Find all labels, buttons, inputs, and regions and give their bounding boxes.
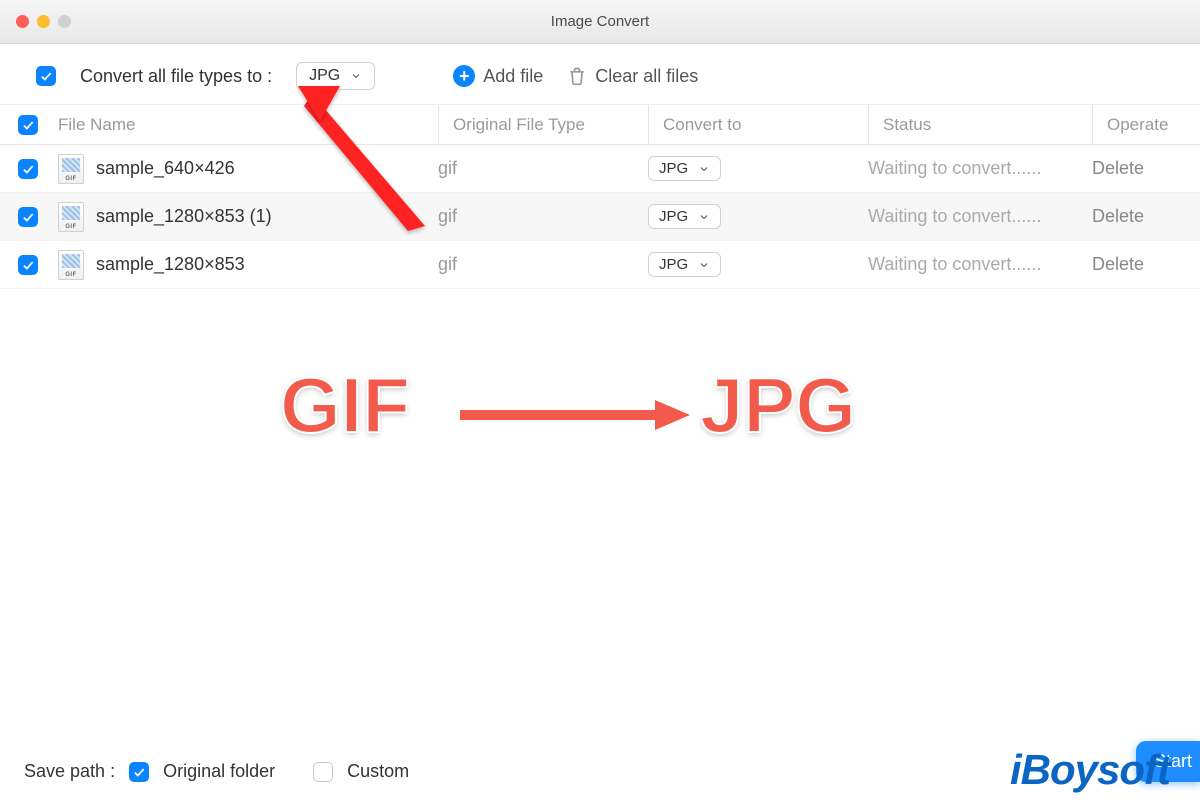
file-table: File Name Original File Type Convert to …: [0, 105, 1200, 289]
table-row: GIF sample_1280×853 gif JPG Waiting to c…: [0, 241, 1200, 289]
titlebar: Image Convert: [0, 0, 1200, 44]
delete-button[interactable]: Delete: [1092, 254, 1182, 275]
app-window: Image Convert Convert all file types to …: [0, 0, 1200, 800]
select-all-checkbox[interactable]: [18, 115, 38, 135]
row-format-value: JPG: [659, 208, 688, 225]
toolbar: Convert all file types to : JPG + Add fi…: [0, 44, 1200, 105]
status-text: Waiting to convert......: [868, 206, 1092, 227]
original-type: gif: [438, 158, 648, 179]
trash-icon: [567, 65, 587, 87]
header-name: File Name: [58, 115, 438, 135]
header-operate: Operate: [1092, 105, 1182, 144]
original-type: gif: [438, 254, 648, 275]
custom-folder-checkbox[interactable]: [313, 762, 333, 782]
row-format-select[interactable]: JPG: [648, 204, 721, 229]
row-format-select[interactable]: JPG: [648, 252, 721, 277]
add-file-label: Add file: [483, 66, 543, 87]
original-folder-checkbox[interactable]: [129, 762, 149, 782]
row-checkbox[interactable]: [18, 207, 38, 227]
header-original: Original File Type: [438, 105, 648, 144]
file-name: sample_640×426: [96, 158, 235, 179]
row-checkbox[interactable]: [18, 255, 38, 275]
annotation-text-left: GIF: [280, 360, 410, 451]
footer: Save path : Original folder Custom Start: [0, 747, 1200, 800]
file-name: sample_1280×853: [96, 254, 245, 275]
plus-icon: +: [453, 65, 475, 87]
row-format-value: JPG: [659, 160, 688, 177]
format-select-value: JPG: [309, 67, 340, 85]
clear-all-button[interactable]: Clear all files: [567, 65, 698, 87]
header-status: Status: [868, 105, 1092, 144]
clear-all-label: Clear all files: [595, 66, 698, 87]
original-folder-label: Original folder: [163, 761, 275, 782]
convert-all-label: Convert all file types to :: [80, 66, 272, 87]
custom-folder-label: Custom: [347, 761, 409, 782]
chevron-down-icon: [698, 163, 710, 175]
table-header: File Name Original File Type Convert to …: [0, 105, 1200, 145]
delete-button[interactable]: Delete: [1092, 158, 1182, 179]
row-checkbox[interactable]: [18, 159, 38, 179]
add-file-button[interactable]: + Add file: [453, 65, 543, 87]
table-row: GIF sample_640×426 gif JPG Waiting to co…: [0, 145, 1200, 193]
table-row: GIF sample_1280×853 (1) gif JPG Waiting …: [0, 193, 1200, 241]
header-convert: Convert to: [648, 105, 868, 144]
delete-button[interactable]: Delete: [1092, 206, 1182, 227]
convert-all-checkbox[interactable]: [36, 66, 56, 86]
chevron-down-icon: [350, 70, 362, 82]
original-type: gif: [438, 206, 648, 227]
start-button[interactable]: Start: [1136, 741, 1200, 782]
file-icon: GIF: [58, 154, 84, 184]
annotation-text-right: JPG: [700, 360, 856, 451]
status-text: Waiting to convert......: [868, 158, 1092, 179]
file-name: sample_1280×853 (1): [96, 206, 272, 227]
file-icon: GIF: [58, 202, 84, 232]
status-text: Waiting to convert......: [868, 254, 1092, 275]
format-select[interactable]: JPG: [296, 62, 375, 90]
save-path-label: Save path :: [24, 761, 115, 782]
window-title: Image Convert: [0, 13, 1200, 30]
file-icon: GIF: [58, 250, 84, 280]
row-format-select[interactable]: JPG: [648, 156, 721, 181]
chevron-down-icon: [698, 259, 710, 271]
chevron-down-icon: [698, 211, 710, 223]
row-format-value: JPG: [659, 256, 688, 273]
annotation-right-arrow-icon: [460, 395, 690, 435]
